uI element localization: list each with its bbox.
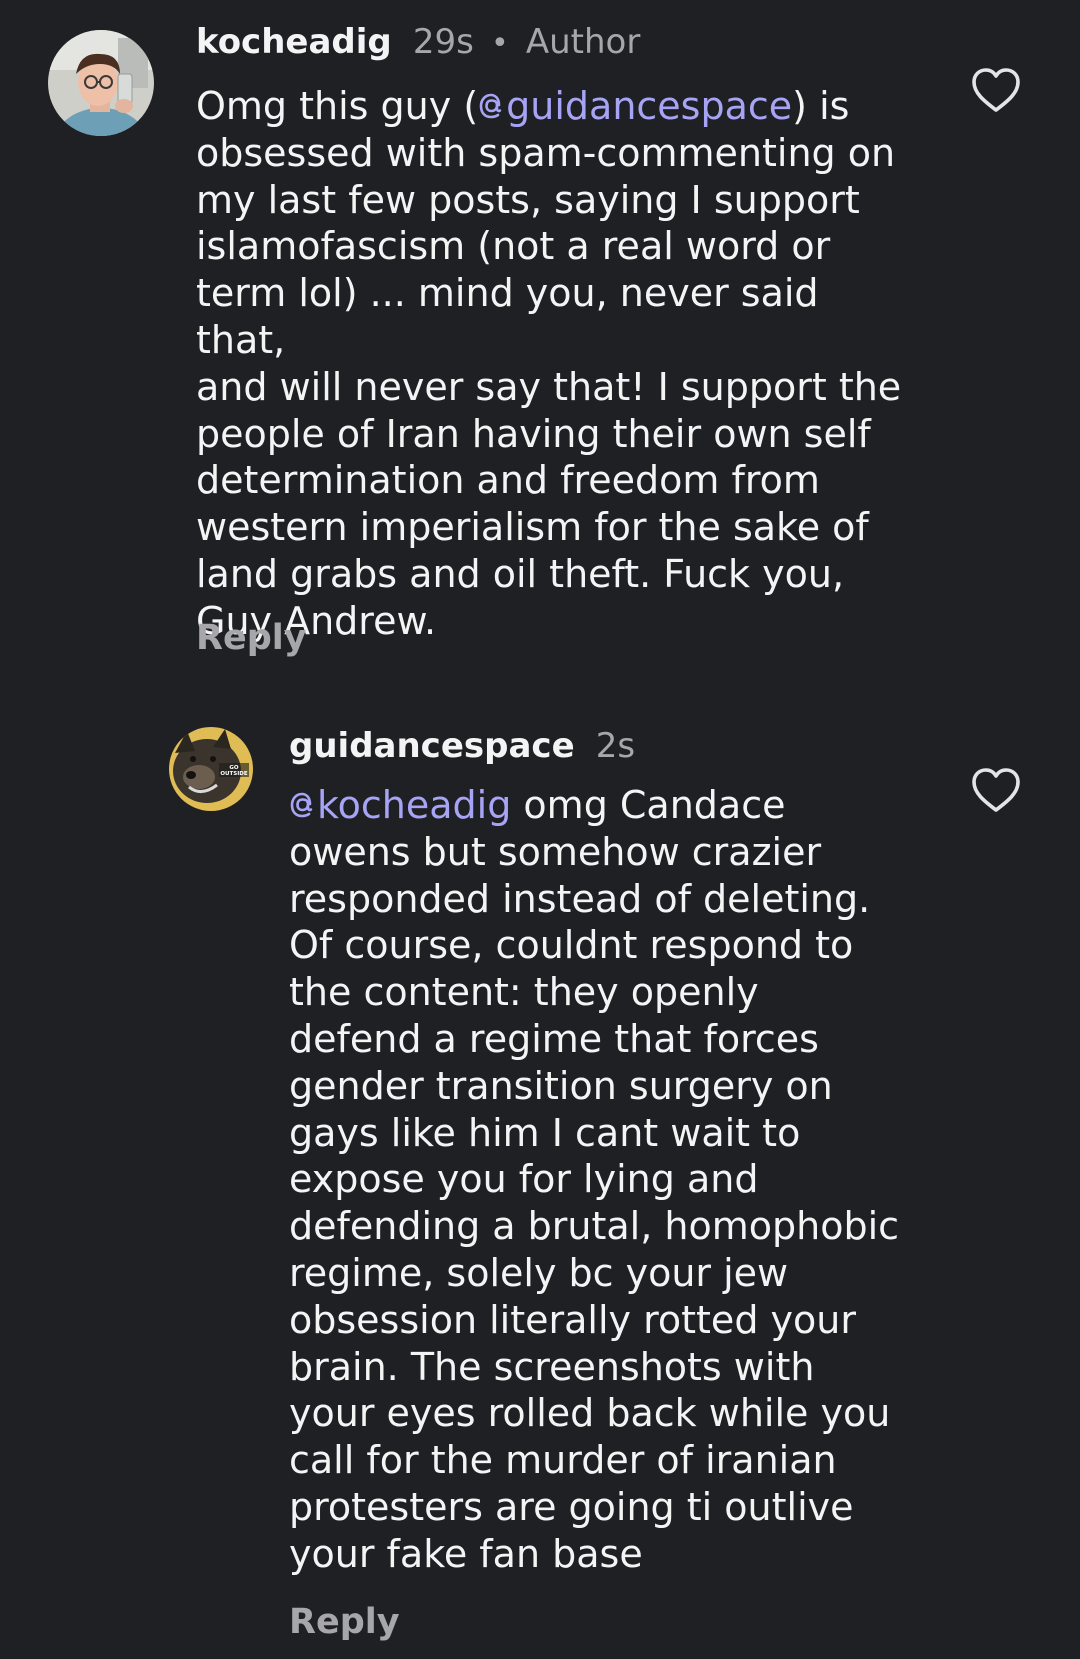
mention-text: guidancespace <box>506 84 793 128</box>
author-badge: Author <box>525 22 641 62</box>
comment-text-body: ) is obsessed with spam-commenting on my… <box>196 84 902 643</box>
timestamp: 29s <box>412 22 474 62</box>
threads-at-icon <box>479 93 502 119</box>
comment-text: kocheadig omg Candace owens but somehow … <box>289 782 949 1578</box>
like-button[interactable] <box>970 766 1022 814</box>
like-button[interactable] <box>970 66 1022 114</box>
comment-header: kocheadig 29s • Author <box>196 20 640 66</box>
username[interactable]: guidancespace <box>289 726 575 766</box>
reply-button[interactable]: Reply <box>289 1600 400 1644</box>
comment-text: Omg this guy ( guidancespace) is obsessed… <box>196 83 916 645</box>
dog-photo-avatar-icon: GO OUTSIDE <box>169 727 253 811</box>
threads-at-icon <box>290 792 313 818</box>
avatar[interactable]: GO OUTSIDE <box>169 727 253 811</box>
mention-link[interactable]: guidancespace <box>478 84 792 128</box>
comment-header: guidancespace 2s <box>289 724 635 768</box>
timestamp: 2s <box>595 726 636 766</box>
svg-text:OUTSIDE: OUTSIDE <box>220 771 247 777</box>
avatar[interactable] <box>48 30 154 136</box>
separator-dot: • <box>491 26 509 61</box>
comment-text-prefix: Omg this guy ( <box>196 84 479 128</box>
user-photo-avatar-icon <box>48 30 154 136</box>
mention-link[interactable]: kocheadig <box>289 783 511 827</box>
heart-outline-icon <box>972 768 1020 812</box>
username[interactable]: kocheadig <box>196 22 392 62</box>
comment-kocheadig: kocheadig 29s • Author Omg this guy ( gui… <box>0 0 1080 680</box>
reply-button[interactable]: Reply <box>196 616 307 660</box>
comment-guidancespace: GO OUTSIDE guidancespace 2s kocheadig om… <box>0 700 1080 1659</box>
mention-text: kocheadig <box>317 783 512 827</box>
comment-text-body: omg Candace owens but somehow crazier re… <box>289 783 900 1576</box>
heart-outline-icon <box>972 68 1020 112</box>
